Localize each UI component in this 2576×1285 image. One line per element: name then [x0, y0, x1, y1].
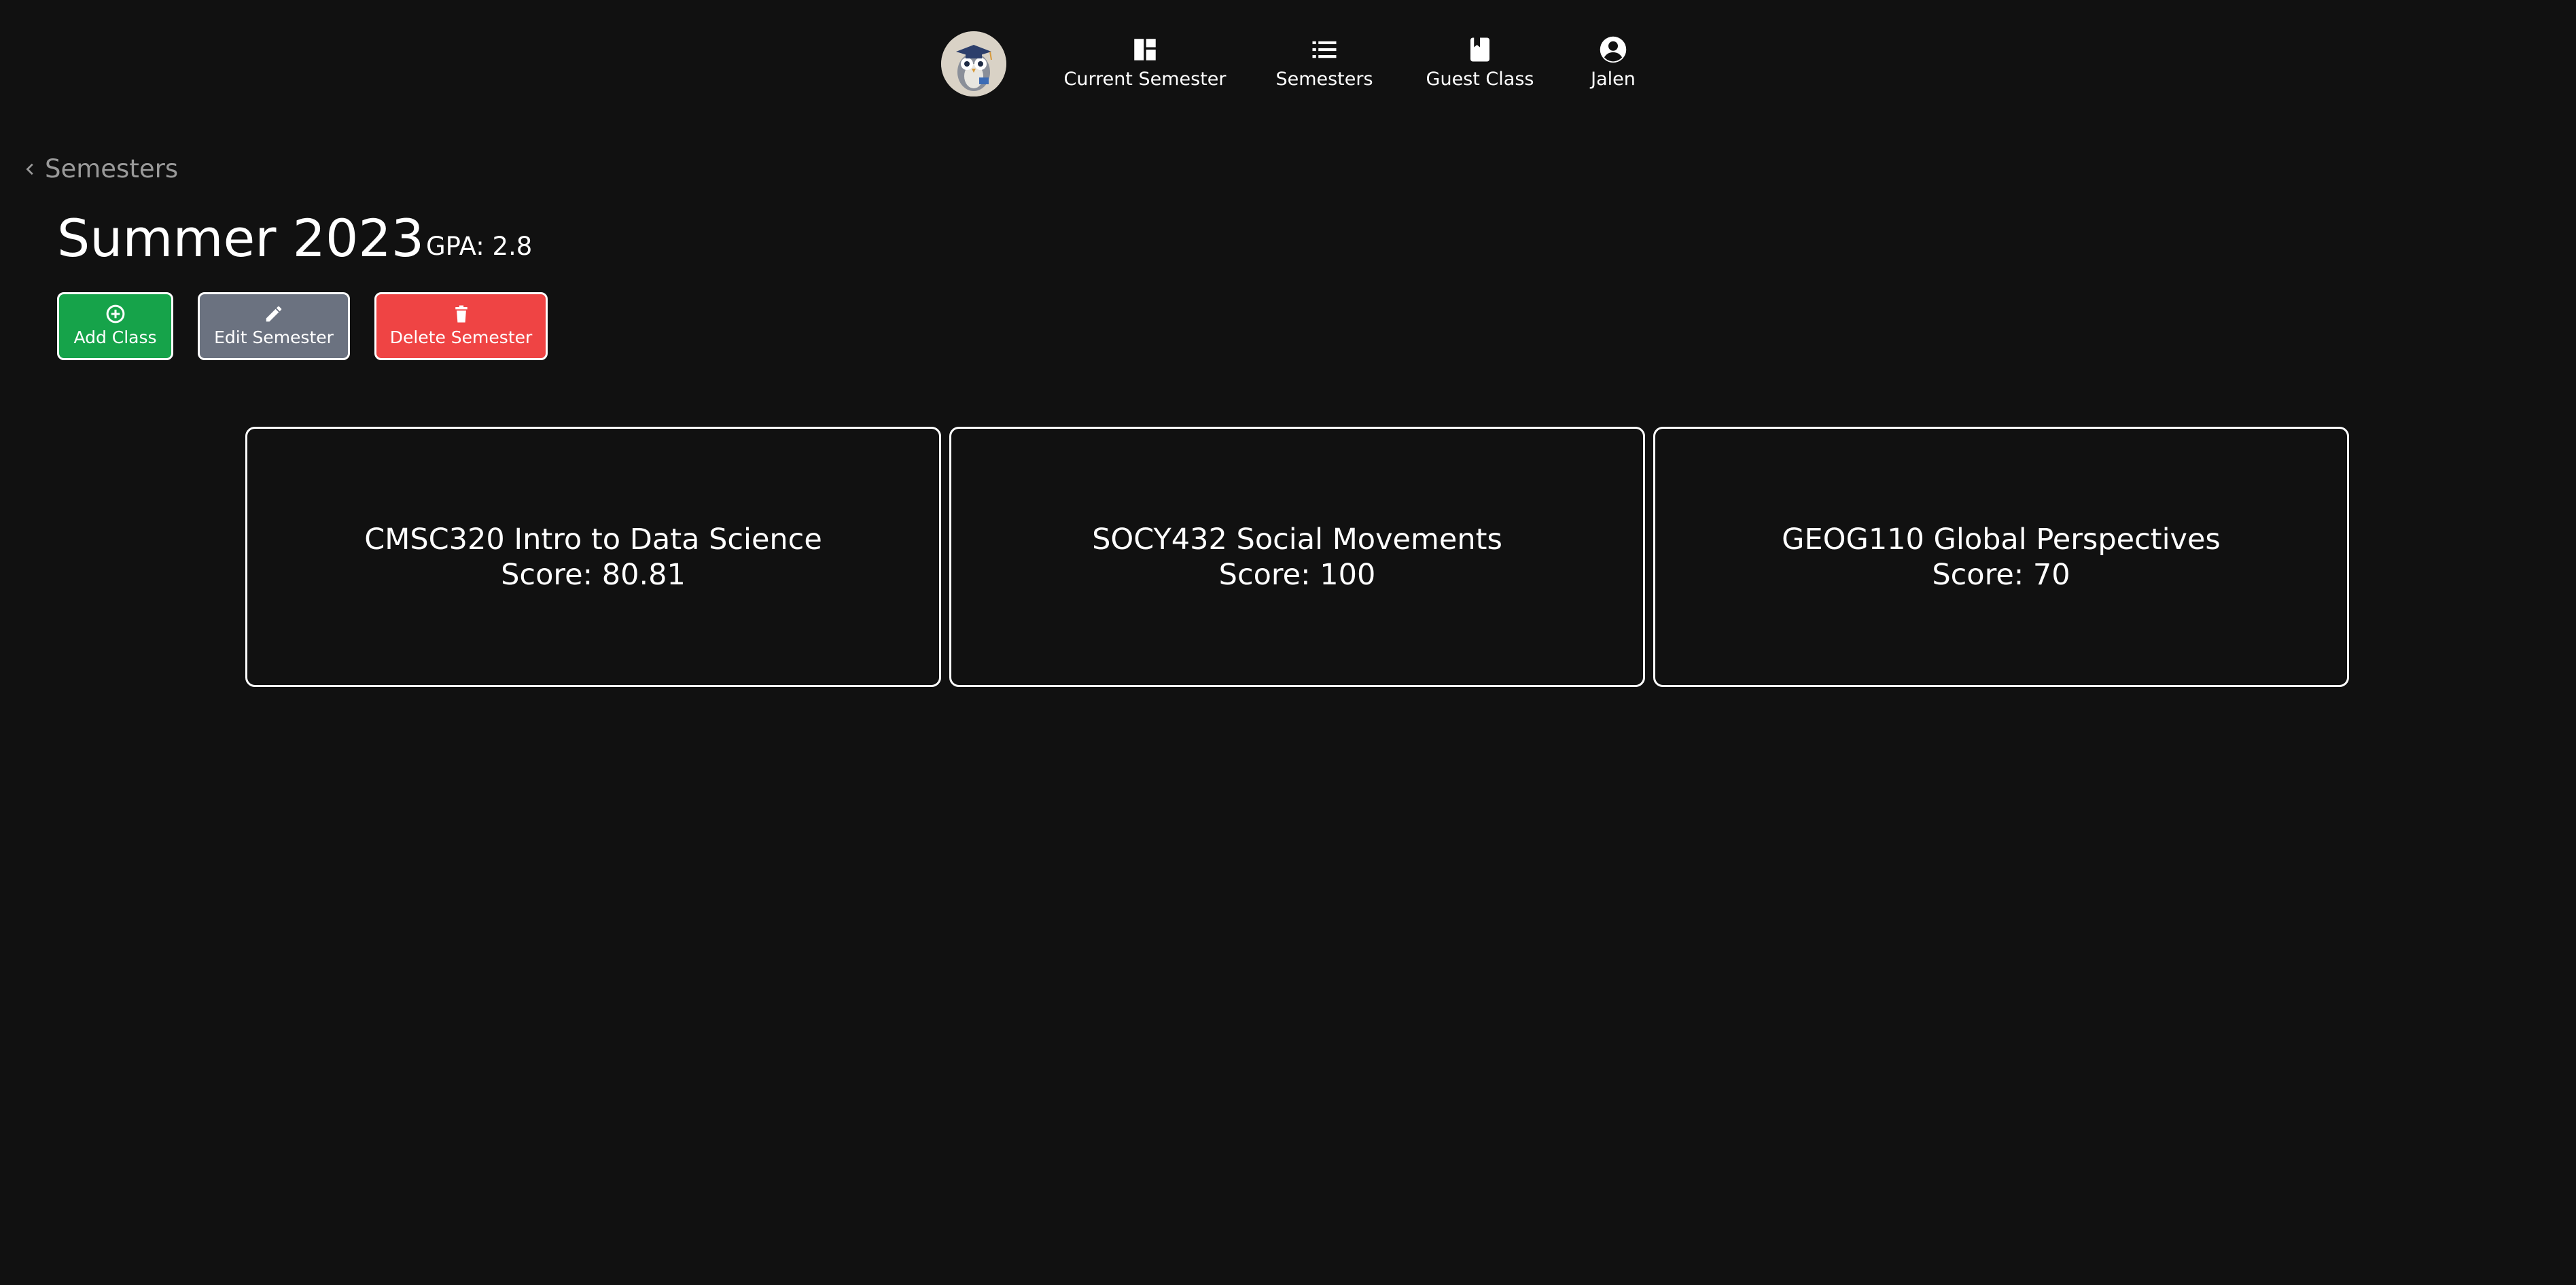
class-title: CMSC320 Intro to Data Science: [364, 522, 822, 557]
gpa-value: GPA: 2.8: [426, 232, 533, 261]
class-score: Score: 80.81: [501, 557, 686, 592]
class-title: GEOG110 Global Perspectives: [1782, 522, 2221, 557]
nav-guest-class-label: Guest Class: [1426, 69, 1534, 90]
list-icon: [1312, 41, 1337, 58]
nav-guest-class[interactable]: Guest Class: [1426, 35, 1534, 96]
nav-current-semester-label: Current Semester: [1063, 69, 1227, 90]
book-icon: [1470, 37, 1489, 62]
add-class-button[interactable]: Add Class: [57, 292, 173, 360]
page-title: Summer 2023: [57, 208, 425, 268]
nav-semesters-label: Semesters: [1275, 69, 1373, 90]
delete-semester-button[interactable]: Delete Semester: [374, 292, 548, 360]
add-class-label: Add Class: [73, 328, 157, 347]
class-card[interactable]: SOCY432 Social Movements Score: 100: [949, 427, 1645, 687]
dashboard-icon: [1134, 39, 1156, 60]
top-navigation: Current Semester Semesters Guest Class J…: [0, 0, 2576, 129]
class-score: Score: 70: [1932, 557, 2070, 592]
owl-logo-icon[interactable]: [941, 31, 1006, 96]
nav-user-profile-label: Jalen: [1591, 69, 1636, 90]
class-card[interactable]: GEOG110 Global Perspectives Score: 70: [1653, 427, 2349, 687]
edit-semester-button[interactable]: Edit Semester: [198, 292, 350, 360]
delete-semester-label: Delete Semester: [389, 328, 533, 347]
breadcrumb-back-semesters[interactable]: Semesters: [23, 154, 178, 185]
plus-circle-icon: [106, 304, 124, 323]
trash-icon: [455, 305, 467, 323]
class-title: SOCY432 Social Movements: [1092, 522, 1502, 557]
nav-semesters[interactable]: Semesters: [1275, 35, 1373, 96]
breadcrumb-label: Semesters: [45, 154, 179, 183]
class-card[interactable]: CMSC320 Intro to Data Science Score: 80.…: [245, 427, 941, 687]
nav-current-semester[interactable]: Current Semester: [1063, 35, 1227, 96]
class-score: Score: 100: [1218, 557, 1376, 592]
nav-user-profile[interactable]: Jalen: [1591, 35, 1636, 96]
pencil-icon: [266, 306, 282, 322]
edit-semester-label: Edit Semester: [214, 328, 334, 347]
account-circle-icon: [1600, 36, 1627, 63]
chevron-left-icon: [26, 163, 33, 175]
